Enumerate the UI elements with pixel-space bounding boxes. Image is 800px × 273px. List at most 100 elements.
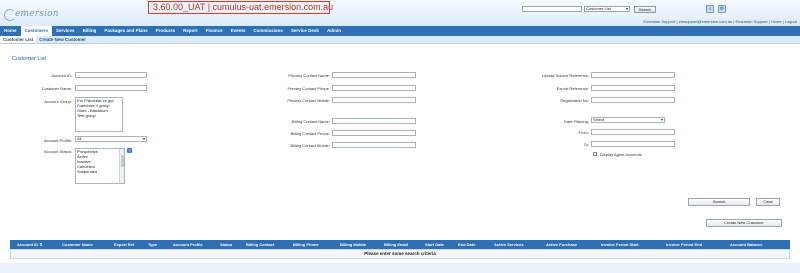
col-invoice-period-start[interactable]: Invoice Period Start [601,240,639,249]
help-icon[interactable]: ? [127,148,132,153]
from-label: From: [578,130,589,135]
settings-icon[interactable]: ⚙ [718,5,726,13]
create-new-customer-button[interactable]: Create New Customer [706,219,782,227]
subnav-create-new-customer[interactable]: Create New Customer [36,36,89,43]
account-profile-label: Account Profile: [43,138,72,143]
nav-item-commissions[interactable]: Commissions [249,26,287,36]
global-search-input[interactable] [522,6,582,12]
nav-item-products[interactable]: Products [152,26,180,36]
app-header: emersion 3.60.00_UAT | cumulus-uat.emers… [0,0,800,26]
empty-results-message: Please enter some search criteria [10,249,790,259]
page-title: Customer List [12,56,46,62]
search-button[interactable]: Search [688,198,750,206]
account-status-label: Account Status: [43,149,72,154]
user-info-bar[interactable]: Emersion Support | emsupport@emersion.co… [643,19,797,24]
col-active-purchase[interactable]: Active Purchase [546,240,577,249]
date-filtering-select[interactable]: Select ▾ [591,117,665,123]
sort-icon[interactable]: ⇅ [39,242,42,247]
nav-item-packages-and-plans[interactable]: Packages and Plans [100,26,151,36]
chevron-down-icon: ▾ [660,117,663,122]
col-account-balance[interactable]: Account Balance [730,240,762,249]
home-icon[interactable]: ⌂ [706,5,714,13]
scrollbar-thumb[interactable] [121,155,124,167]
export-reference-input[interactable] [591,85,675,91]
col-export-ref[interactable]: Export Ref [114,240,134,249]
billing-contact-mobile-input[interactable] [332,142,416,148]
billing-contact-name-input[interactable] [332,118,416,124]
primary-contact-name-input[interactable] [332,72,416,78]
global-search-button[interactable]: Search [634,6,656,13]
scrollbar[interactable] [119,149,124,183]
col-account-id-label: Account ID [17,242,39,247]
col-account-profile[interactable]: Account Profile [173,240,203,249]
upload-source-reference-label: Upload Source Reference: [541,73,589,78]
col-billing-phone[interactable]: Billing Phone [293,240,319,249]
account-profile-value: All [77,136,82,141]
results-table-header: Account ID ⇅ Customer Name Export Ref Ty… [10,240,790,249]
account-group-listbox[interactable]: For Franchise zz grp Franchise Y group S… [75,97,123,132]
date-filtering-value: Select [593,117,605,122]
col-billing-contact[interactable]: Billing Contact [246,240,274,249]
to-date-input[interactable] [591,141,675,147]
upload-source-reference-input[interactable] [591,72,675,78]
export-reference-label: Export Reference: [556,86,589,91]
emersion-logo[interactable]: emersion [4,8,59,21]
page-footer [0,263,800,273]
list-item[interactable]: Test group [76,113,122,118]
billing-contact-phone-label: Billing Contact Phone: [290,131,330,136]
display-agent-accounts-label: Display Agent Accounts [600,152,642,157]
from-date-input[interactable] [591,129,675,135]
display-agent-accounts-checkbox[interactable] [593,152,597,156]
logo-text: emersion [15,9,59,19]
col-start-date[interactable]: Start Date [425,240,444,249]
col-type[interactable]: Type [148,240,157,249]
customer-name-label: Customer Name: [41,86,72,91]
col-invoice-period-end[interactable]: Invoice Period End [666,240,702,249]
sub-nav: Customer List Create New Customer [0,36,800,44]
nav-item-home[interactable]: Home [0,26,21,36]
nav-item-admin[interactable]: Admin [323,26,345,36]
nav-item-events[interactable]: Events [227,26,250,36]
account-id-label: Account ID: [51,73,72,78]
col-billing-email[interactable]: Billing Email [384,240,408,249]
logo-mark-icon [4,9,16,21]
billing-contact-name-label: Billing Contact Name: [291,119,330,124]
main-nav: Home Customers Services Billing Packages… [0,26,800,36]
col-customer-name[interactable]: Customer Name [62,240,93,249]
col-end-date[interactable]: End Date [458,240,475,249]
nav-item-services[interactable]: Services [52,26,79,36]
registration-no-label: Registration No: [560,98,589,103]
billing-contact-phone-input[interactable] [332,130,416,136]
list-item[interactable]: Suspended [76,169,124,174]
nav-item-customers[interactable]: Customers [20,26,53,36]
search-scope-value: Customer List [586,6,611,11]
to-label: To: [583,142,589,147]
nav-item-report[interactable]: Report [179,26,202,36]
account-id-input[interactable] [75,72,147,78]
nav-item-finance[interactable]: Finance [202,26,227,36]
date-filtering-label: Date Filtering: [564,119,589,124]
account-group-label: Account Group: [44,99,72,104]
col-status[interactable]: Status [220,240,232,249]
chevron-down-icon: ▾ [142,136,145,141]
col-billing-mobile[interactable]: Billing Mobile [340,240,366,249]
primary-contact-mobile-label: Primary Contact Mobile: [287,98,330,103]
nav-item-service-desk[interactable]: Service Desk [287,26,323,36]
customer-name-input[interactable] [75,85,147,91]
billing-contact-mobile-label: Billing Contact Mobile: [290,143,330,148]
col-active-services[interactable]: Active Services [494,240,524,249]
clear-button[interactable]: Clear [756,198,780,206]
subnav-customer-list[interactable]: Customer List [0,36,37,43]
primary-contact-name-label: Primary Contact Name: [288,73,330,78]
chevron-down-icon: ▾ [625,6,628,11]
primary-contact-mobile-input[interactable] [332,97,416,103]
nav-item-billing[interactable]: Billing [79,26,101,36]
primary-contact-phone-input[interactable] [332,85,416,91]
primary-contact-phone-label: Primary Contact Phone: [287,86,330,91]
registration-no-input[interactable] [591,97,675,103]
global-search-scope-select[interactable]: Customer List ▾ [584,6,630,12]
col-account-id[interactable]: Account ID ⇅ [17,240,43,249]
account-profile-select[interactable]: All ▾ [75,136,147,142]
environment-label: 3.60.00_UAT | cumulus-uat.emersion.com.a… [148,1,333,14]
account-status-listbox[interactable]: Prospective Active Inactive Cancelled Su… [75,148,125,184]
